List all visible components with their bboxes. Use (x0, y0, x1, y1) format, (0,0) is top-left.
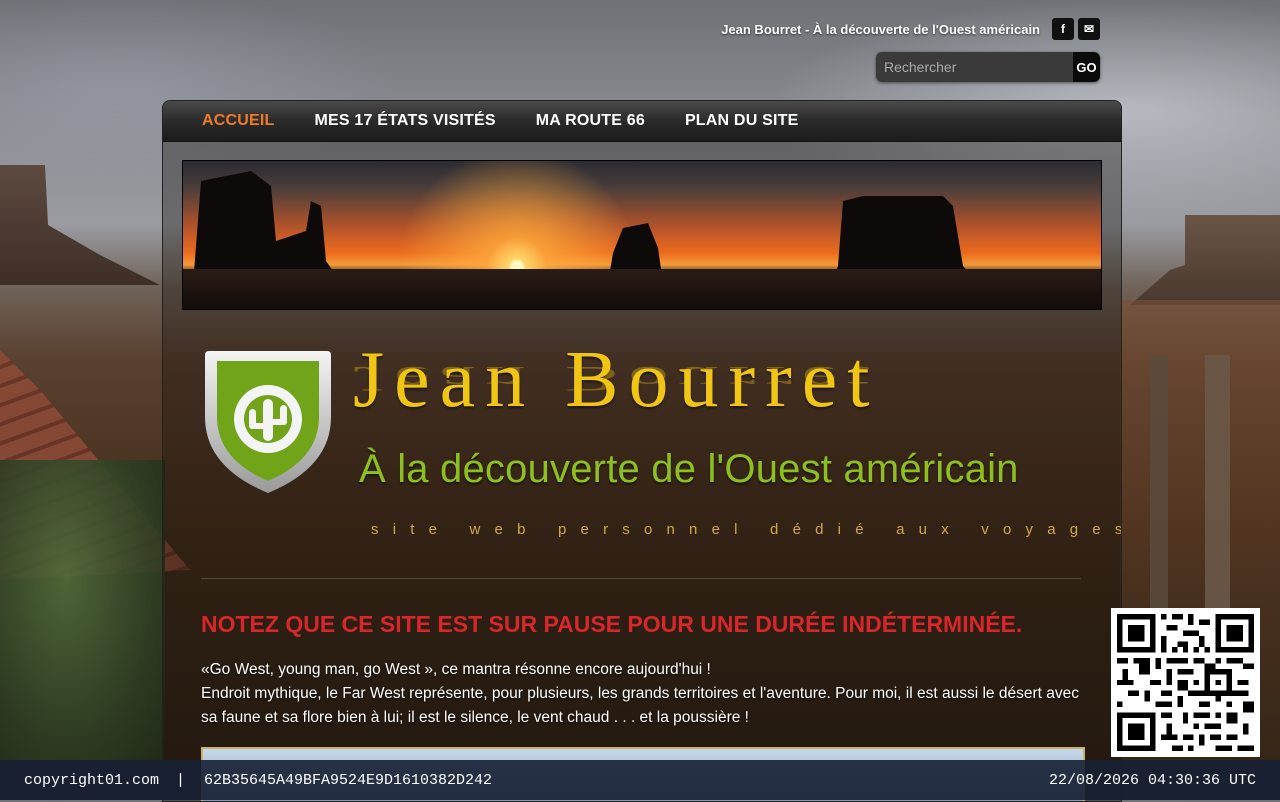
search-input[interactable] (876, 52, 1073, 82)
background-mesa-right (1130, 215, 1280, 305)
site-tagline-sub: site web personnel dédié aux voyages (371, 521, 1122, 538)
cactus-shield-logo (205, 351, 331, 493)
nav-item-route-66[interactable]: MA ROUTE 66 (536, 112, 645, 130)
site-title-reflection: Jean Bourret (353, 358, 880, 399)
footer-timestamp: 22/08/2026 04:30:36 UTC (1048, 771, 1256, 789)
footer-bar: copyright01.com | 62B35645A49BFA9524E9D1… (0, 760, 1280, 800)
footer-hash: 62B35645A49BFA9524E9D1610382D242 (204, 771, 493, 789)
background-mesa-left (0, 165, 160, 285)
facebook-icon[interactable]: f (1052, 18, 1074, 40)
nav-item-plan-du-site[interactable]: PLAN DU SITE (685, 112, 799, 130)
main-panel: ACCUEIL MES 17 ÉTATS VISITÉS MA ROUTE 66… (162, 100, 1122, 802)
footer-copyright[interactable]: copyright01.com (24, 772, 159, 789)
footer-separator: | (176, 771, 186, 789)
nav-item-etats-visites[interactable]: MES 17 ÉTATS VISITÉS (315, 112, 496, 130)
nav-item-accueil[interactable]: ACCUEIL (202, 112, 275, 130)
divider (201, 578, 1081, 579)
intro-line-1: «Go West, young man, go West », ce mantr… (201, 661, 711, 678)
pause-notice: NOTEZ QUE CE SITE EST SUR PAUSE POUR UNE… (201, 611, 1023, 637)
main-nav: ACCUEIL MES 17 ÉTATS VISITÉS MA ROUTE 66… (163, 101, 1121, 142)
search-go-button[interactable]: GO (1073, 52, 1100, 82)
background-brush (0, 460, 165, 760)
background-fence (1150, 355, 1250, 615)
site-tagline[interactable]: Jean Bourret - À la découverte de l'Oues… (700, 22, 1040, 37)
site-subtitle: À la découverte de l'Ouest américain (359, 447, 1019, 491)
mail-icon[interactable]: ✉ (1078, 18, 1100, 40)
qr-code (1111, 608, 1260, 757)
intro-text: «Go West, young man, go West », ce mantr… (201, 658, 1091, 730)
qr-code-icon (1117, 614, 1254, 751)
intro-line-2: Endroit mythique, le Far West représente… (201, 685, 1079, 726)
search-box: GO (876, 52, 1100, 82)
banner-ground (183, 269, 1101, 309)
header-banner-image (182, 160, 1102, 310)
